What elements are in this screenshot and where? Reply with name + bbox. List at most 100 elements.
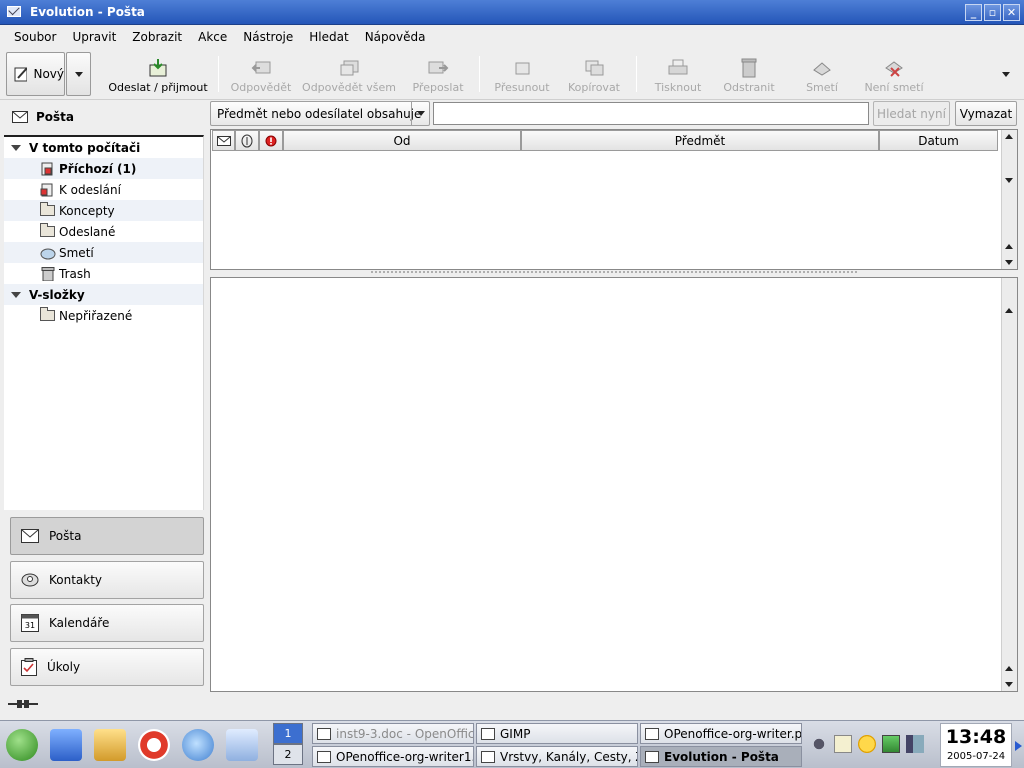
home-icon[interactable] [50,729,82,761]
folder-group-vfolders[interactable]: V-složky [4,284,203,305]
column-from[interactable]: Od [283,130,521,151]
message-preview[interactable] [210,277,1018,692]
message-list[interactable]: Od Předmět Datum [210,129,1018,270]
forward-button[interactable]: Přeposlat [408,52,468,96]
scroll-down-icon[interactable] [1005,682,1013,687]
network-icon[interactable] [810,735,828,753]
column-date[interactable]: Datum [879,130,998,151]
message-list-scrollbar[interactable] [1001,130,1017,269]
scroll-down-icon[interactable] [1005,178,1013,183]
window-title: Evolution - Pošta [30,5,145,19]
maximize-button[interactable]: ▫ [984,4,1001,21]
print-label: Tisknout [654,81,702,94]
reply-all-button[interactable]: Odpovědět všem [300,52,398,96]
search-filter-dropdown[interactable]: Předmět nebo odesílatel obsahuje [210,101,430,126]
menu-nastroje[interactable]: Nástroje [235,30,301,44]
scroll-up-icon[interactable] [1005,134,1013,139]
tasks-icon [21,658,37,676]
pane-resize-handle[interactable] [370,270,858,274]
menu-zobrazit[interactable]: Zobrazit [124,30,190,44]
task-item[interactable]: inst9-3.doc - OpenOffice [312,723,474,744]
task-label: inst9-3.doc - OpenOffice [336,726,474,741]
clock-date: 2005-07-24 [946,751,1006,762]
menu-akce[interactable]: Akce [190,30,235,44]
folder-group-local[interactable]: V tomto počítači [4,137,203,158]
scroll-up-icon[interactable] [1005,244,1013,249]
find-now-button[interactable]: Hledat nyní [873,101,950,126]
switcher-contacts-button[interactable]: Kontakty [10,561,204,599]
preview-scrollbar[interactable] [1001,278,1017,691]
folder-tree: V tomto počítači Příchozí (1) K odeslání… [4,135,204,510]
update-icon[interactable] [858,735,876,753]
klipper-icon[interactable] [834,735,852,753]
volume-icon[interactable] [906,735,924,753]
mail-client-icon[interactable] [226,729,258,761]
chevron-down-icon [411,102,429,125]
taskbar-expand-icon[interactable] [1015,741,1022,751]
not-junk-label: Není smetí [864,81,924,94]
task-item[interactable]: GIMP [476,723,638,744]
file-manager-icon[interactable] [94,729,126,761]
menu-hledat[interactable]: Hledat [301,30,356,44]
expander-icon[interactable] [11,291,21,298]
image-icon [317,750,331,763]
junk-button[interactable]: Smetí [796,52,848,96]
print-button[interactable]: Tisknout [648,52,708,96]
folder-outbox[interactable]: K odeslání [4,179,203,200]
folder-inbox[interactable]: Příchozí (1) [4,158,203,179]
scroll-down-icon[interactable] [1005,260,1013,265]
send-receive-button[interactable]: Odeslat / přijmout [106,52,210,96]
switcher-mail-button[interactable]: Pošta [10,517,204,555]
folder-junk[interactable]: Smetí [4,242,203,263]
mail-app-icon [7,6,21,17]
task-item-active[interactable]: Evolution - Pošta [640,746,802,767]
new-dropdown-button[interactable] [66,52,91,96]
clock[interactable]: 13:48 2005-07-24 [940,723,1012,767]
task-item[interactable]: OPenoffice-org-writer.pn [640,723,802,744]
task-item[interactable]: OPenoffice-org-writer1.p [312,746,474,767]
folder-label: K odeslání [59,182,121,197]
delete-button[interactable]: Odstranit [718,52,780,96]
column-priority[interactable] [259,130,283,151]
workspace-1[interactable]: 1 [273,723,303,744]
reply-button[interactable]: Odpovědět [228,52,294,96]
folder-label: Smetí [59,245,94,260]
search-input[interactable] [433,102,869,125]
scroll-up-icon[interactable] [1005,308,1013,313]
minimize-button[interactable]: _ [965,4,982,21]
column-attachment[interactable] [235,130,259,151]
folder-drafts[interactable]: Koncepty [4,200,203,221]
folder-trash[interactable]: Trash [4,263,203,284]
switcher-tasks-button[interactable]: Úkoly [10,648,204,686]
menu-upravit[interactable]: Upravit [64,30,124,44]
reply-all-icon [340,60,359,76]
switcher-calendar-button[interactable]: 31 Kalendáře [10,604,204,642]
menu-napoveda[interactable]: Nápověda [357,30,434,44]
move-button[interactable]: Přesunout [490,52,554,96]
folder-label: Nepřiřazené [59,308,133,323]
copy-button[interactable]: Kopírovat [564,52,624,96]
folder-unmatched[interactable]: Nepřiřazené [4,305,203,326]
display-icon[interactable] [882,735,900,753]
mail-icon [21,529,39,543]
new-button[interactable]: Nový [6,52,65,96]
close-button[interactable]: ✕ [1003,4,1020,21]
task-item[interactable]: Vrstvy, Kanály, Cesty, Z [476,746,638,767]
title-bar: Evolution - Pošta _ ▫ ✕ [0,0,1024,25]
browser-icon[interactable] [182,729,214,761]
clear-button[interactable]: Vymazat [955,101,1017,126]
switcher-label: Kalendáře [49,616,110,630]
folder-sent[interactable]: Odeslané [4,221,203,242]
not-junk-button[interactable]: Není smetí [860,52,928,96]
expander-icon[interactable] [11,144,21,151]
scroll-up-icon[interactable] [1005,666,1013,671]
toolbar-overflow-arrow[interactable] [1002,72,1010,77]
connection-status-icon [8,700,38,708]
column-status[interactable] [212,130,235,151]
workspace-2[interactable]: 2 [273,744,303,765]
help-icon[interactable] [138,729,170,761]
toolbar-separator [479,56,480,92]
start-menu-icon[interactable] [6,729,38,761]
column-subject[interactable]: Předmět [521,130,879,151]
menu-soubor[interactable]: Soubor [6,30,64,44]
